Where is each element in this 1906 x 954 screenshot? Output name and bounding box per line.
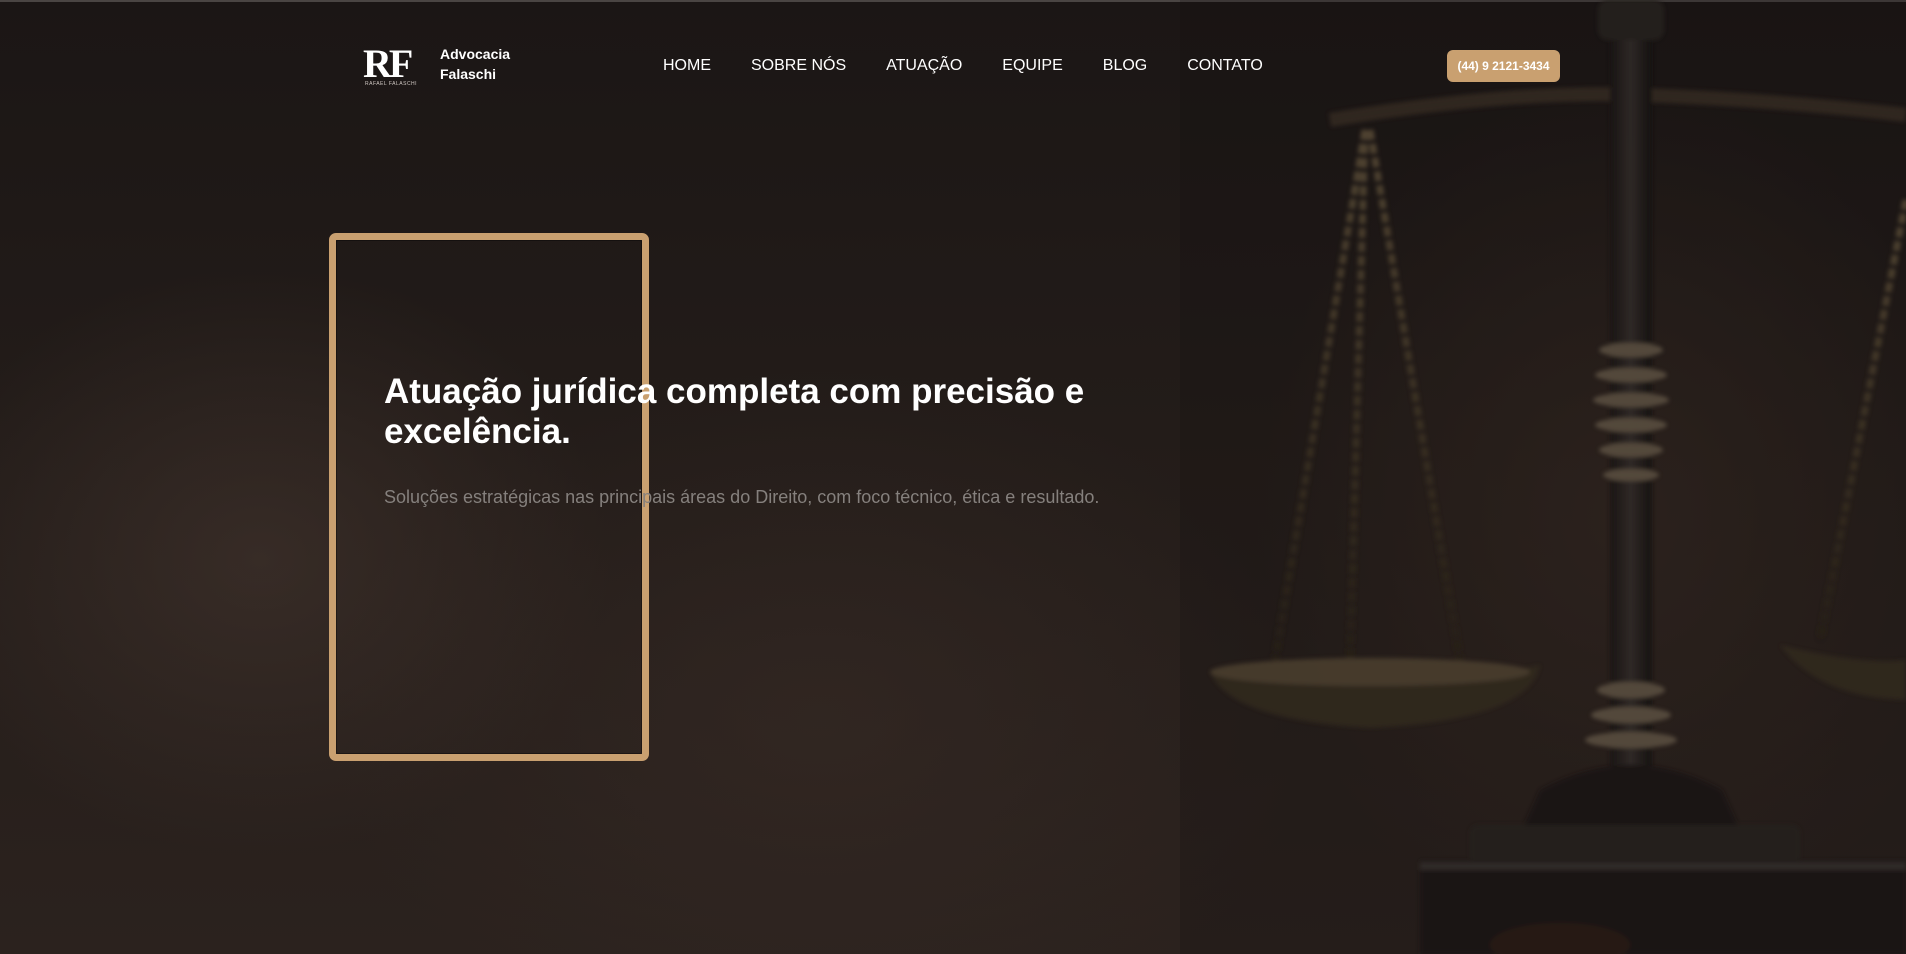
hero-subtitle: Soluções estratégicas nas principais áre…: [384, 487, 1100, 507]
nav-item-equipe[interactable]: EQUIPE: [1002, 56, 1062, 76]
nav-item-contato[interactable]: CONTATO: [1187, 56, 1263, 76]
site-header: RF RAFAEL FALASCHI Advocacia Falaschi HO…: [0, 0, 1906, 130]
logo-text-line1: Advocacia: [440, 46, 511, 62]
main-nav: HOME SOBRE NÓS ATUAÇÃO EQUIPE BLOG CONTA…: [663, 56, 1303, 76]
logo-text-line2: Falaschi: [440, 66, 497, 82]
nav-item-blog[interactable]: BLOG: [1103, 56, 1147, 76]
nav-item-atuacao[interactable]: ATUAÇÃO: [886, 56, 962, 76]
logo-mark: RF RAFAEL FALASCHI: [363, 44, 425, 88]
logo-text: Advocacia Falaschi: [440, 44, 510, 84]
hero-section: RF RAFAEL FALASCHI Advocacia Falaschi HO…: [0, 0, 1906, 954]
logo[interactable]: RF RAFAEL FALASCHI Advocacia Falaschi: [363, 44, 510, 88]
logo-monogram-subtitle: RAFAEL FALASCHI: [365, 81, 418, 87]
nav-item-sobre-nos[interactable]: SOBRE NÓS: [751, 56, 846, 76]
nav-item-home[interactable]: HOME: [663, 56, 711, 76]
hero-title: Atuação jurídica completa com precisão e…: [384, 372, 1085, 451]
phone-button[interactable]: (44) 9 2121-3434: [1447, 50, 1560, 82]
scales-of-justice-icon: [1180, 0, 1906, 954]
